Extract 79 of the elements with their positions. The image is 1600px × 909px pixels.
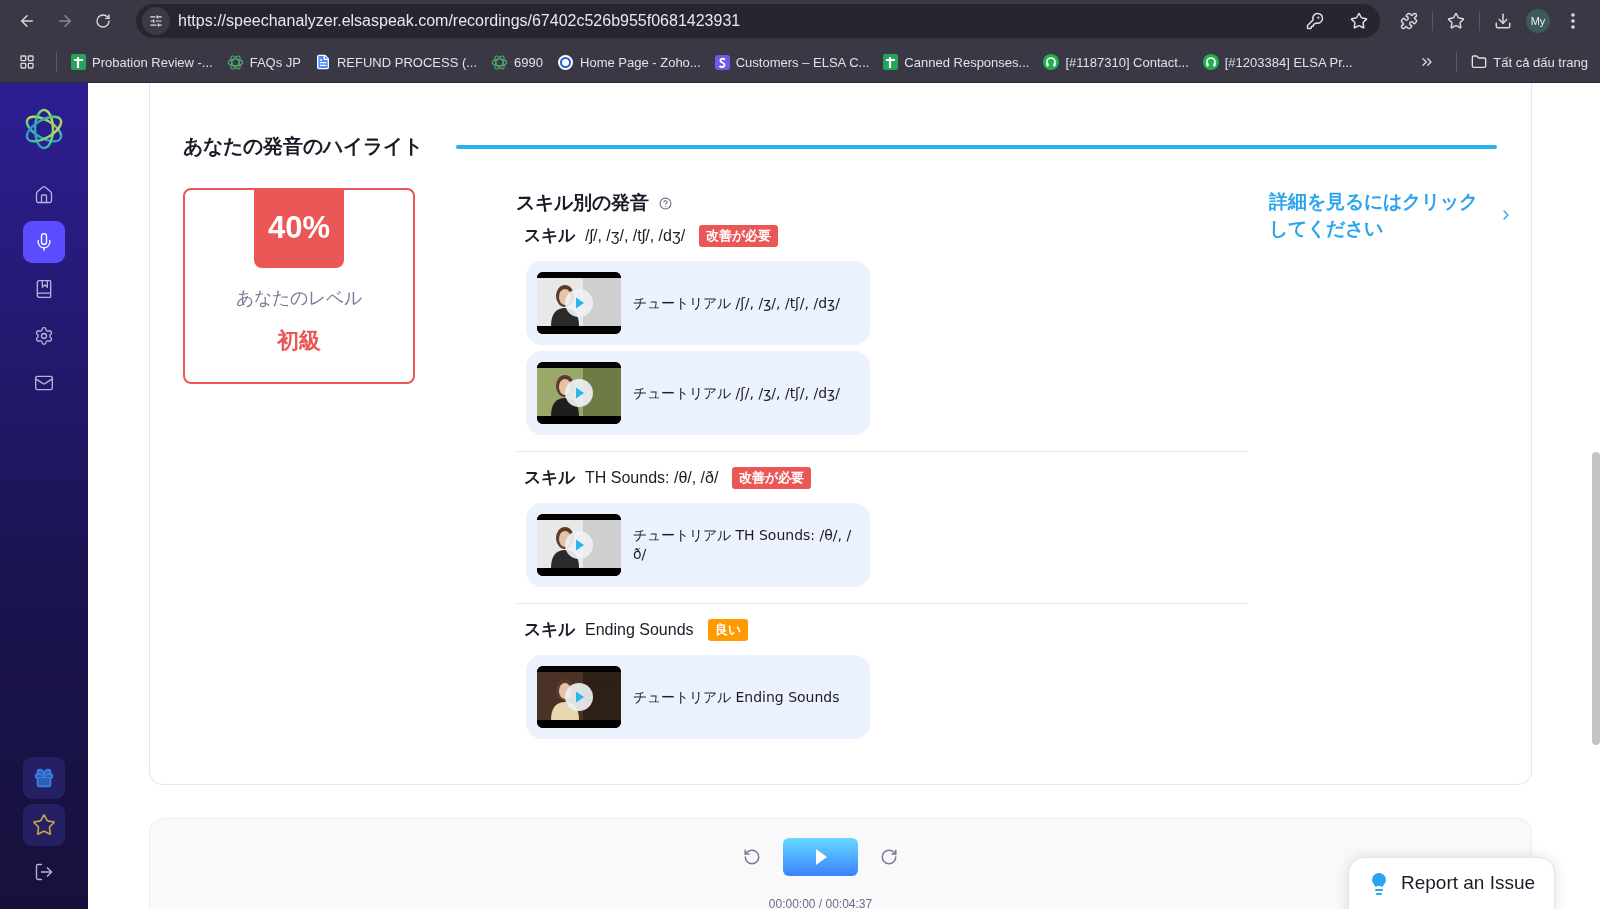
- mail-icon: [34, 373, 54, 393]
- settings-icon: [34, 326, 54, 346]
- headset-icon: [1202, 54, 1219, 70]
- rewind-button[interactable]: [743, 848, 761, 866]
- bookmark[interactable]: Probation Review -...: [71, 54, 213, 70]
- play-button[interactable]: [783, 838, 858, 876]
- level-percent: 40%: [254, 188, 344, 268]
- bookmark[interactable]: Customers – ELSA C...: [714, 54, 870, 70]
- skill-prefix: スキル: [524, 618, 575, 641]
- level-label: あなたのレベル: [236, 286, 362, 310]
- scrollbar[interactable]: [1592, 452, 1600, 745]
- gift-icon: [33, 767, 55, 789]
- tutorial-title: チュートリアル TH Sounds: /θ/, /ð/: [633, 526, 853, 564]
- skill-status: 改善が必要: [732, 466, 812, 489]
- bookmark[interactable]: REFUND PROCESS (...: [314, 54, 478, 70]
- skill-status: 改善が必要: [699, 224, 779, 247]
- play-icon: [565, 683, 593, 711]
- grid-icon: [19, 54, 35, 70]
- skip-forward-button[interactable]: [880, 848, 898, 866]
- key-icon: [1306, 12, 1324, 30]
- section-title: あなたの発音のハイライト: [183, 133, 423, 160]
- reload-icon: [95, 13, 111, 29]
- profile-avatar[interactable]: My: [1526, 9, 1550, 33]
- tutorial-card[interactable]: チュートリアル TH Sounds: /θ/, /ð/: [526, 503, 870, 587]
- tutorial-title: チュートリアル Ending Sounds: [633, 687, 840, 707]
- document-icon: [314, 54, 331, 70]
- forward-arrow-icon: [56, 12, 74, 30]
- rewind-icon: [743, 848, 761, 866]
- level-value: 初級: [277, 327, 321, 355]
- fast-forward-icon: [880, 848, 898, 866]
- skill-prefix: スキル: [524, 224, 575, 247]
- flower-icon: [226, 53, 244, 71]
- help-icon: [659, 196, 672, 210]
- ring-icon: [557, 53, 574, 71]
- skill-name: Ending Sounds: [585, 620, 694, 639]
- skill-name: TH Sounds: /θ/, /ð/: [585, 468, 719, 487]
- play-icon: [565, 531, 593, 559]
- all-bookmarks-folder[interactable]: Tất cả dấu trang: [1471, 54, 1588, 70]
- play-icon: [813, 848, 828, 866]
- puzzle-icon: [1400, 12, 1418, 30]
- book-icon: [34, 279, 54, 299]
- folder-icon: [1471, 54, 1488, 70]
- bookmark[interactable]: [#1187310] Contact...: [1043, 54, 1189, 70]
- home-icon: [34, 185, 54, 205]
- report-issue-button[interactable]: Report an Issue: [1348, 857, 1555, 909]
- site-settings-button[interactable]: [142, 7, 170, 35]
- headset-icon: [1043, 54, 1060, 70]
- sidebar-item[interactable]: [23, 804, 65, 846]
- download-icon: [1494, 12, 1512, 30]
- logout-icon: [34, 862, 54, 882]
- spreadsheet-icon: [883, 54, 899, 70]
- url-text: https://speechanalyzer.elsaspeak.com/recordings/67402c526b955f0681423931: [178, 12, 742, 30]
- flower-icon: [491, 53, 509, 71]
- sidebar-item[interactable]: [23, 221, 65, 263]
- play-icon: [565, 289, 593, 317]
- skill-name: /ʃ/, /ʒ/, /tʃ/, /dʒ/: [585, 226, 686, 245]
- sliders-icon: [149, 14, 163, 28]
- tutorial-card[interactable]: チュートリアル Ending Sounds: [526, 655, 870, 739]
- star-icon: [32, 813, 56, 837]
- skill-status: 良い: [707, 618, 748, 641]
- menu-icon: [1571, 13, 1575, 29]
- playback-time: 00:00:00 / 00:04:37: [768, 897, 873, 909]
- star-icon: [1447, 12, 1465, 30]
- bookmark-star-icon: [1350, 12, 1368, 30]
- spreadsheet-icon: [71, 54, 86, 70]
- address-bar[interactable]: https://speechanalyzer.elsaspeak.com/recordings/67402c526b955f0681423931: [136, 4, 1380, 38]
- skill-prefix: スキル: [524, 466, 575, 489]
- bookmark[interactable]: Canned Responses...: [883, 54, 1030, 70]
- bookmark[interactable]: 6990: [491, 53, 543, 71]
- tutorial-card[interactable]: チュートリアル /ʃ/, /ʒ/, /tʃ/, /dʒ/: [526, 351, 870, 435]
- bookmark[interactable]: FAQs JP: [226, 53, 301, 71]
- bookmark[interactable]: Home Page - Zoho...: [557, 53, 701, 71]
- tutorial-title: チュートリアル /ʃ/, /ʒ/, /tʃ/, /dʒ/: [633, 293, 840, 313]
- tutorial-card[interactable]: チュートリアル /ʃ/, /ʒ/, /tʃ/, /dʒ/: [526, 261, 870, 345]
- skills-title: スキル別の発音: [516, 190, 649, 215]
- app-icon: [714, 54, 730, 70]
- tutorial-title: チュートリアル /ʃ/, /ʒ/, /tʃ/, /dʒ/: [633, 383, 840, 403]
- bookmark[interactable]: [#1203384] ELSA Pr...: [1202, 54, 1353, 70]
- play-icon: [565, 379, 593, 407]
